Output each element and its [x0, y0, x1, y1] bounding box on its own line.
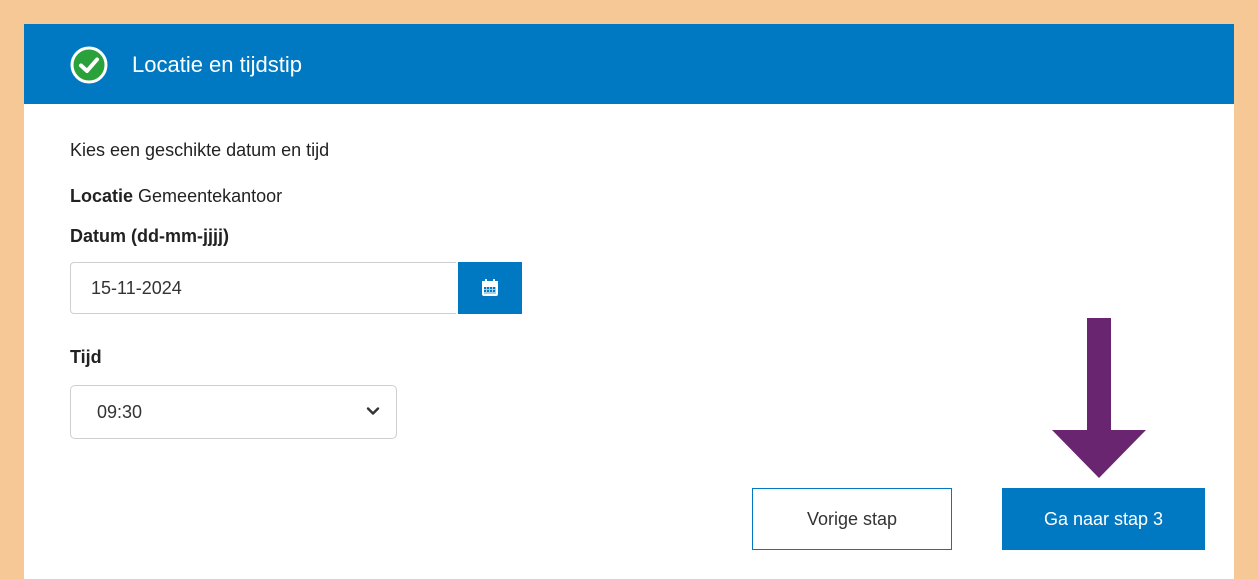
calendar-icon — [482, 279, 498, 296]
time-value: 09:30 — [97, 401, 143, 422]
previous-step-button[interactable]: Vorige stap — [752, 488, 952, 550]
step-header: Locatie en tijdstip — [24, 24, 1234, 104]
down-arrow-icon — [1052, 318, 1146, 478]
check-circle-icon — [70, 46, 108, 84]
date-value: 15-11-2024 — [91, 277, 182, 298]
location-label: Locatie — [70, 186, 134, 206]
location-value: Gemeentekantoor — [138, 186, 283, 206]
step-title: Locatie en tijdstip — [132, 52, 302, 77]
date-input[interactable]: 15-11-2024 — [70, 262, 456, 314]
date-label: Datum (dd-mm-jjjj) — [70, 226, 229, 246]
step-panel: Locatie en tijdstip Kies een geschikte d… — [24, 24, 1234, 579]
time-label: Tijd — [70, 347, 102, 367]
intro-text: Kies een geschikte datum en tijd — [70, 140, 330, 160]
next-step-button[interactable]: Ga naar stap 3 — [1002, 488, 1205, 550]
calendar-button[interactable] — [458, 262, 522, 314]
location-line: Locatie Gemeentekantoor — [70, 185, 282, 207]
time-select[interactable]: 09:30 — [70, 385, 397, 439]
chevron-down-icon — [366, 407, 380, 415]
